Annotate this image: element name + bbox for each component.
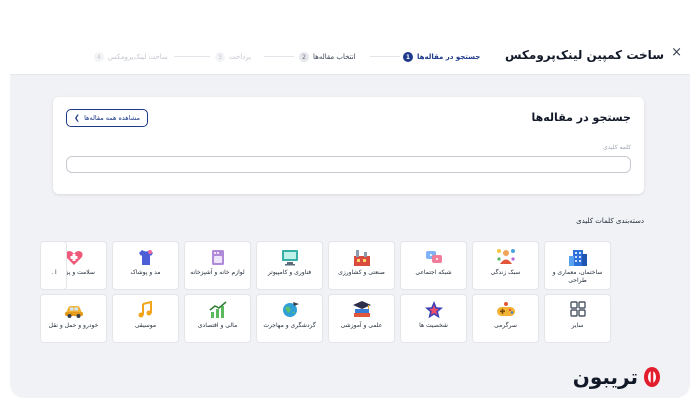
search-card: جستجو در مقاله‌ها ❮ مشاهده همه مقاله‌ها … [53, 97, 644, 194]
factory-icon [353, 250, 370, 266]
category-label: مالی و اقتصادی [197, 322, 238, 329]
car-icon [64, 306, 83, 318]
category-fashion[interactable]: مد و پوشاک [112, 241, 179, 290]
category-label: گردشگری و مهاجرت [263, 322, 316, 329]
category-label: ا [55, 269, 57, 276]
music-icon [138, 300, 152, 318]
category-label: سایر [571, 322, 584, 329]
category-label: علمی و آموزشی [340, 322, 383, 329]
chevron-left-icon: ❮ [74, 114, 80, 122]
step-select[interactable]: 2 انتخاب مقاله‌ها [299, 52, 356, 62]
step-search[interactable]: 1 جستجو در مقاله‌ها [403, 52, 480, 62]
keyword-label: کلمه کلیدی [603, 144, 631, 151]
lifestyle-icon [496, 249, 515, 264]
category-label: خودرو و حمل و نقل [48, 322, 99, 329]
category-building[interactable]: ساختمان، معماری و طراحی [544, 241, 611, 290]
category-lifestyle[interactable]: سبک زندگی [472, 241, 539, 290]
appliance-icon [211, 250, 224, 265]
category-label: سرگرمی [494, 322, 517, 329]
social-network-icon [425, 251, 442, 263]
category-automotive[interactable]: خودرو و حمل و نقل [40, 294, 107, 343]
step-label: ساخت لینک‌پرومکس [108, 53, 168, 61]
category-other[interactable]: سایر [544, 294, 611, 343]
category-label: سبک زندگی [490, 269, 521, 276]
step-build: 4 ساخت لینک‌پرومکس [94, 52, 168, 62]
brand-logo: تریبون [573, 366, 662, 388]
step-number: 1 [403, 52, 413, 62]
category-celebrities[interactable]: شخصیت ها [400, 294, 467, 343]
globe-plane-icon [282, 302, 299, 317]
category-partial[interactable]: ا [53, 241, 67, 290]
modal-title: ساخت کمپین لینک‌پرومکس [504, 48, 664, 62]
step-number: 3 [215, 52, 225, 62]
clothing-icon [138, 250, 153, 265]
category-finance[interactable]: مالی و اقتصادی [184, 294, 251, 343]
step-label: پرداخت [229, 53, 252, 61]
category-label: فناوری و کامپیوتر [267, 269, 312, 276]
category-social-network[interactable]: شبکه اجتماعی [400, 241, 467, 290]
keyword-input[interactable] [66, 156, 631, 173]
finance-chart-icon [209, 301, 226, 318]
category-label: شخصیت ها [419, 322, 448, 329]
step-connector [174, 56, 210, 57]
category-technology[interactable]: فناوری و کامپیوتر [256, 241, 323, 290]
brand-name: تریبون [572, 365, 638, 389]
computer-icon [281, 250, 298, 266]
search-title: جستجو در مقاله‌ها [531, 111, 632, 124]
grid-icon [569, 301, 586, 317]
categories-heading: دسته‌بندی کلمات کلیدی [576, 217, 644, 225]
step-label: جستجو در مقاله‌ها [417, 53, 481, 61]
category-industry[interactable]: صنعتی و کشاورزی [328, 241, 395, 290]
category-tourism[interactable]: گردشگری و مهاجرت [256, 294, 323, 343]
campaign-modal: × ساخت کمپین لینک‌پرومکس 1 جستجو در مقال… [10, 10, 690, 398]
gamepad-icon [496, 302, 515, 316]
category-home-kitchen[interactable]: لوازم خانه و آشپزخانه [184, 241, 251, 290]
category-label: شبکه اجتماعی [415, 269, 452, 276]
category-label: صنعتی و کشاورزی [338, 269, 385, 276]
step-connector [370, 56, 400, 57]
step-connector [264, 56, 294, 57]
books-icon [352, 301, 371, 317]
step-payment: 3 پرداخت [215, 52, 251, 62]
view-all-articles-button[interactable]: ❮ مشاهده همه مقاله‌ها [66, 109, 148, 127]
category-label: مد و پوشاک [130, 269, 161, 276]
category-label: ساختمان، معماری و طراحی [552, 269, 603, 284]
category-health[interactable]: سلامت و پزشکی [40, 241, 107, 290]
category-entertainment[interactable]: سرگرمی [472, 294, 539, 343]
category-education[interactable]: علمی و آموزشی [328, 294, 395, 343]
category-label: موسیقی [134, 322, 157, 329]
brand-mark-icon [644, 367, 660, 387]
building-icon [568, 250, 587, 266]
step-label: انتخاب مقاله‌ها [313, 53, 356, 61]
category-label: لوازم خانه و آشپزخانه [190, 269, 245, 276]
view-all-label: مشاهده همه مقاله‌ها [84, 114, 140, 122]
category-music[interactable]: موسیقی [112, 294, 179, 343]
modal-header: × ساخت کمپین لینک‌پرومکس 1 جستجو در مقال… [10, 10, 690, 75]
close-icon[interactable]: × [671, 46, 682, 59]
star-icon [424, 301, 443, 319]
step-number: 4 [94, 52, 104, 62]
step-number: 2 [299, 52, 309, 62]
